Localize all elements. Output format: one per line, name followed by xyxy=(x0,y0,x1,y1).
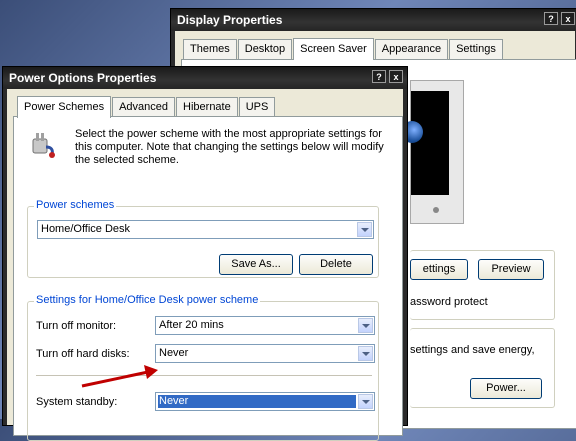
monitor-preview xyxy=(401,80,464,224)
system-standby-label: System standby: xyxy=(36,396,118,408)
monitor-power-light-icon xyxy=(433,207,439,213)
tab-power-schemes[interactable]: Power Schemes xyxy=(17,96,112,118)
disks-dropdown-arrow-icon[interactable] xyxy=(358,346,373,361)
disks-value: Never xyxy=(159,347,189,359)
monitor-value: After 20 mins xyxy=(159,319,224,331)
standby-dropdown-arrow-icon[interactable] xyxy=(358,394,373,409)
save-as-button[interactable]: Save As... xyxy=(219,254,293,275)
tab-settings[interactable]: Settings xyxy=(449,39,503,59)
power-options-window: Power Options Properties ? x Power Schem… xyxy=(2,66,408,441)
monitor-dropdown-arrow-icon[interactable] xyxy=(358,318,373,333)
dropdown-arrow-icon[interactable] xyxy=(357,222,372,237)
power-scheme-value: Home/Office Desk xyxy=(41,223,131,235)
disks-dropdown[interactable]: Never xyxy=(155,344,375,363)
power-client: Power Schemes Advanced Hibernate UPS Sel… xyxy=(7,89,403,441)
password-protect-label: assword protect xyxy=(410,296,488,308)
power-plug-icon xyxy=(30,129,60,159)
tab-desktop[interactable]: Desktop xyxy=(237,39,293,59)
monitor-screen xyxy=(401,91,449,195)
power-help-icon[interactable]: ? xyxy=(372,70,386,83)
settings-button[interactable]: ettings xyxy=(410,259,468,280)
turn-off-monitor-label: Turn off monitor: xyxy=(36,320,117,332)
tab-hibernate[interactable]: Hibernate xyxy=(176,97,238,117)
power-schemes-legend: Power schemes xyxy=(34,199,117,211)
turn-off-disks-label: Turn off hard disks: xyxy=(36,348,130,360)
tab-screen-saver[interactable]: Screen Saver xyxy=(293,38,374,60)
close-icon[interactable]: x xyxy=(561,12,575,25)
power-tab-panel: Select the power scheme with the most ap… xyxy=(13,116,403,441)
power-description: Select the power scheme with the most ap… xyxy=(75,128,384,166)
tab-ups[interactable]: UPS xyxy=(238,97,276,117)
preview-button[interactable]: Preview xyxy=(478,259,544,280)
standby-dropdown[interactable]: Never xyxy=(155,392,375,411)
power-scheme-dropdown[interactable]: Home/Office Desk xyxy=(37,220,374,239)
monitor-dropdown[interactable]: After 20 mins xyxy=(155,316,375,335)
power-close-icon[interactable]: x xyxy=(389,70,403,83)
tab-themes[interactable]: Themes xyxy=(183,39,237,59)
annotation-arrow-icon xyxy=(81,365,158,388)
tab-appearance[interactable]: Appearance xyxy=(374,39,449,59)
help-icon[interactable]: ? xyxy=(544,12,558,25)
power-title: Power Options Properties xyxy=(3,67,407,89)
settings-legend: Settings for Home/Office Desk power sche… xyxy=(34,294,261,306)
power-button[interactable]: Power... xyxy=(470,378,542,399)
energy-label: settings and save energy, xyxy=(410,344,535,356)
standby-value: Never xyxy=(159,395,189,407)
display-title: Display Properties xyxy=(171,9,576,31)
tab-advanced[interactable]: Advanced xyxy=(112,97,176,117)
delete-button[interactable]: Delete xyxy=(299,254,373,275)
